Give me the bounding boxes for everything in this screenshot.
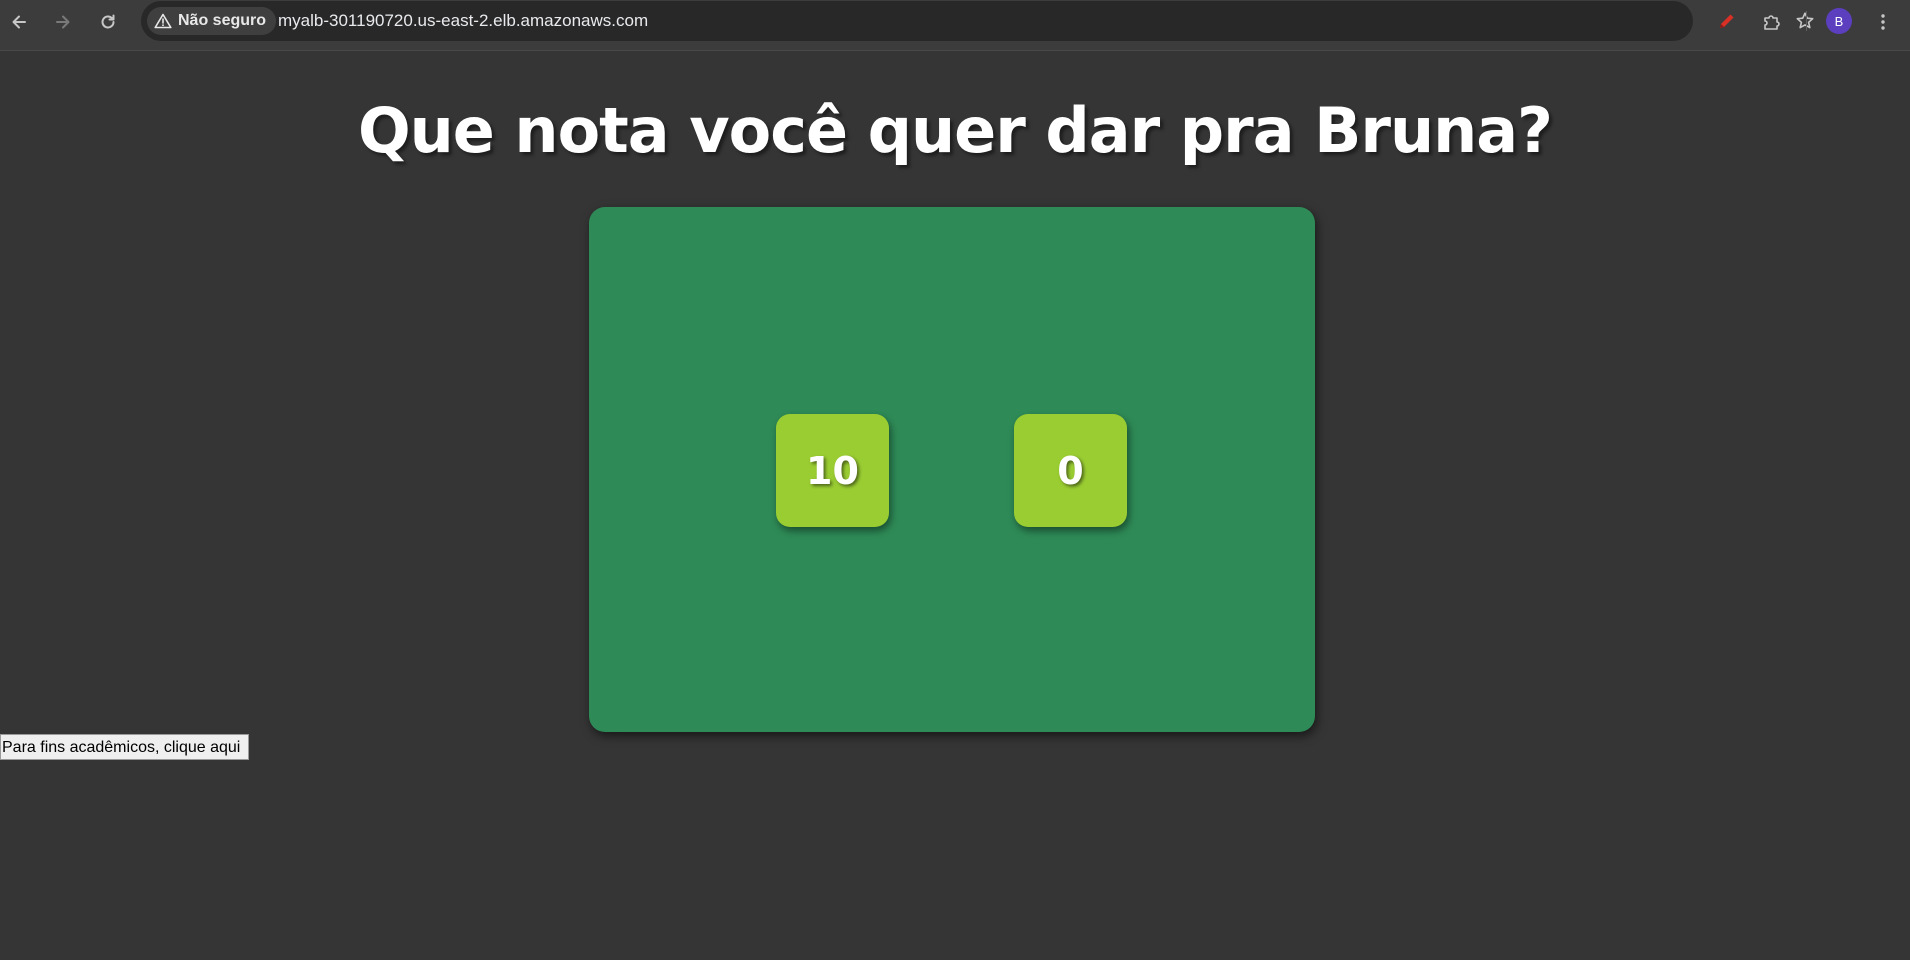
reload-icon bbox=[101, 14, 115, 29]
pen-icon bbox=[1720, 14, 1734, 28]
profile-avatar[interactable]: B bbox=[1826, 8, 1852, 34]
arrow-right-icon bbox=[56, 15, 70, 29]
reload-button[interactable] bbox=[92, 6, 124, 38]
star-icon bbox=[1796, 12, 1814, 29]
browser-toolbar: Não seguro myalb-301190720.us-east-2.elb… bbox=[0, 0, 1910, 51]
address-bar[interactable]: Não seguro myalb-301190720.us-east-2.elb… bbox=[141, 1, 1814, 41]
extensions-button[interactable] bbox=[1756, 6, 1788, 38]
bookmark-button[interactable] bbox=[1789, 5, 1821, 37]
academic-purposes-button[interactable]: Para fins acadêmicos, clique aqui bbox=[0, 734, 250, 760]
puzzle-icon bbox=[1764, 15, 1780, 30]
security-indicator[interactable]: Não seguro bbox=[147, 7, 277, 35]
back-button[interactable] bbox=[3, 6, 35, 38]
warning-triangle-icon bbox=[154, 13, 172, 29]
forward-button[interactable] bbox=[47, 6, 79, 38]
kebab-menu-icon bbox=[1881, 14, 1885, 30]
page-title: Que nota você quer dar pra Bruna? bbox=[357, 94, 1553, 167]
browser-menu-button[interactable] bbox=[1867, 6, 1899, 38]
url-text[interactable]: myalb-301190720.us-east-2.elb.amazonaws.… bbox=[278, 1, 648, 41]
security-label: Não seguro bbox=[178, 12, 267, 29]
rating-card: 10 0 bbox=[589, 207, 1315, 732]
arrow-left-icon bbox=[12, 15, 26, 29]
extension-pen-button[interactable] bbox=[1710, 6, 1742, 38]
grade-0-button[interactable]: 0 bbox=[1014, 414, 1127, 527]
grade-10-button[interactable]: 10 bbox=[776, 414, 889, 527]
toolbar-divider bbox=[1806, 11, 1807, 31]
